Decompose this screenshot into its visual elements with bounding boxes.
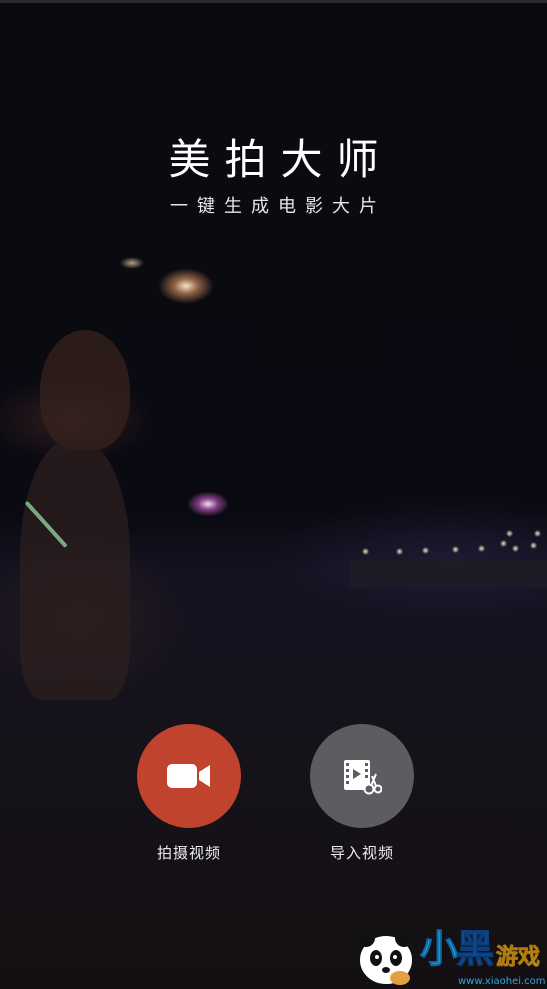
pier-light xyxy=(422,547,429,554)
watermark-url: www.xiaohei.com xyxy=(458,976,546,987)
pier-light xyxy=(362,548,369,555)
sparkler-light-pink xyxy=(188,492,228,516)
video-camera-icon xyxy=(167,764,210,788)
import-video-circle[interactable] xyxy=(310,724,414,828)
shoot-video-label: 拍摄视频 xyxy=(156,844,221,862)
sparkler-light xyxy=(158,268,214,304)
app-title: 美拍大师 xyxy=(168,135,393,184)
pier-light xyxy=(512,545,519,552)
status-bar-edge xyxy=(0,0,547,3)
pier-light xyxy=(530,542,537,549)
film-scissors-icon xyxy=(344,760,382,795)
pier-light xyxy=(534,530,541,537)
pier-light xyxy=(478,545,485,552)
shoot-video-circle[interactable] xyxy=(137,724,241,828)
pier-light xyxy=(506,530,513,537)
pier-light xyxy=(452,546,459,553)
distant-pier xyxy=(350,560,547,588)
svg-text:黑: 黑 xyxy=(456,927,494,971)
svg-text:小: 小 xyxy=(420,927,458,971)
import-video-label: 导入视频 xyxy=(329,844,394,862)
sparkler-trail xyxy=(120,257,144,269)
shoot-video-button[interactable]: 拍摄视频 xyxy=(137,724,241,863)
svg-text:游戏: 游戏 xyxy=(496,944,540,970)
app-subtitle: 一键生成电影大片 xyxy=(170,196,386,217)
import-video-button[interactable]: 导入视频 xyxy=(310,724,414,863)
pier-light xyxy=(500,540,507,547)
background-person-head xyxy=(40,330,130,450)
pier-light xyxy=(396,548,403,555)
background-person-body xyxy=(20,440,130,700)
xiaohei-watermark-logo: 小 黑 游戏 www.xiaohei.com xyxy=(357,927,546,987)
